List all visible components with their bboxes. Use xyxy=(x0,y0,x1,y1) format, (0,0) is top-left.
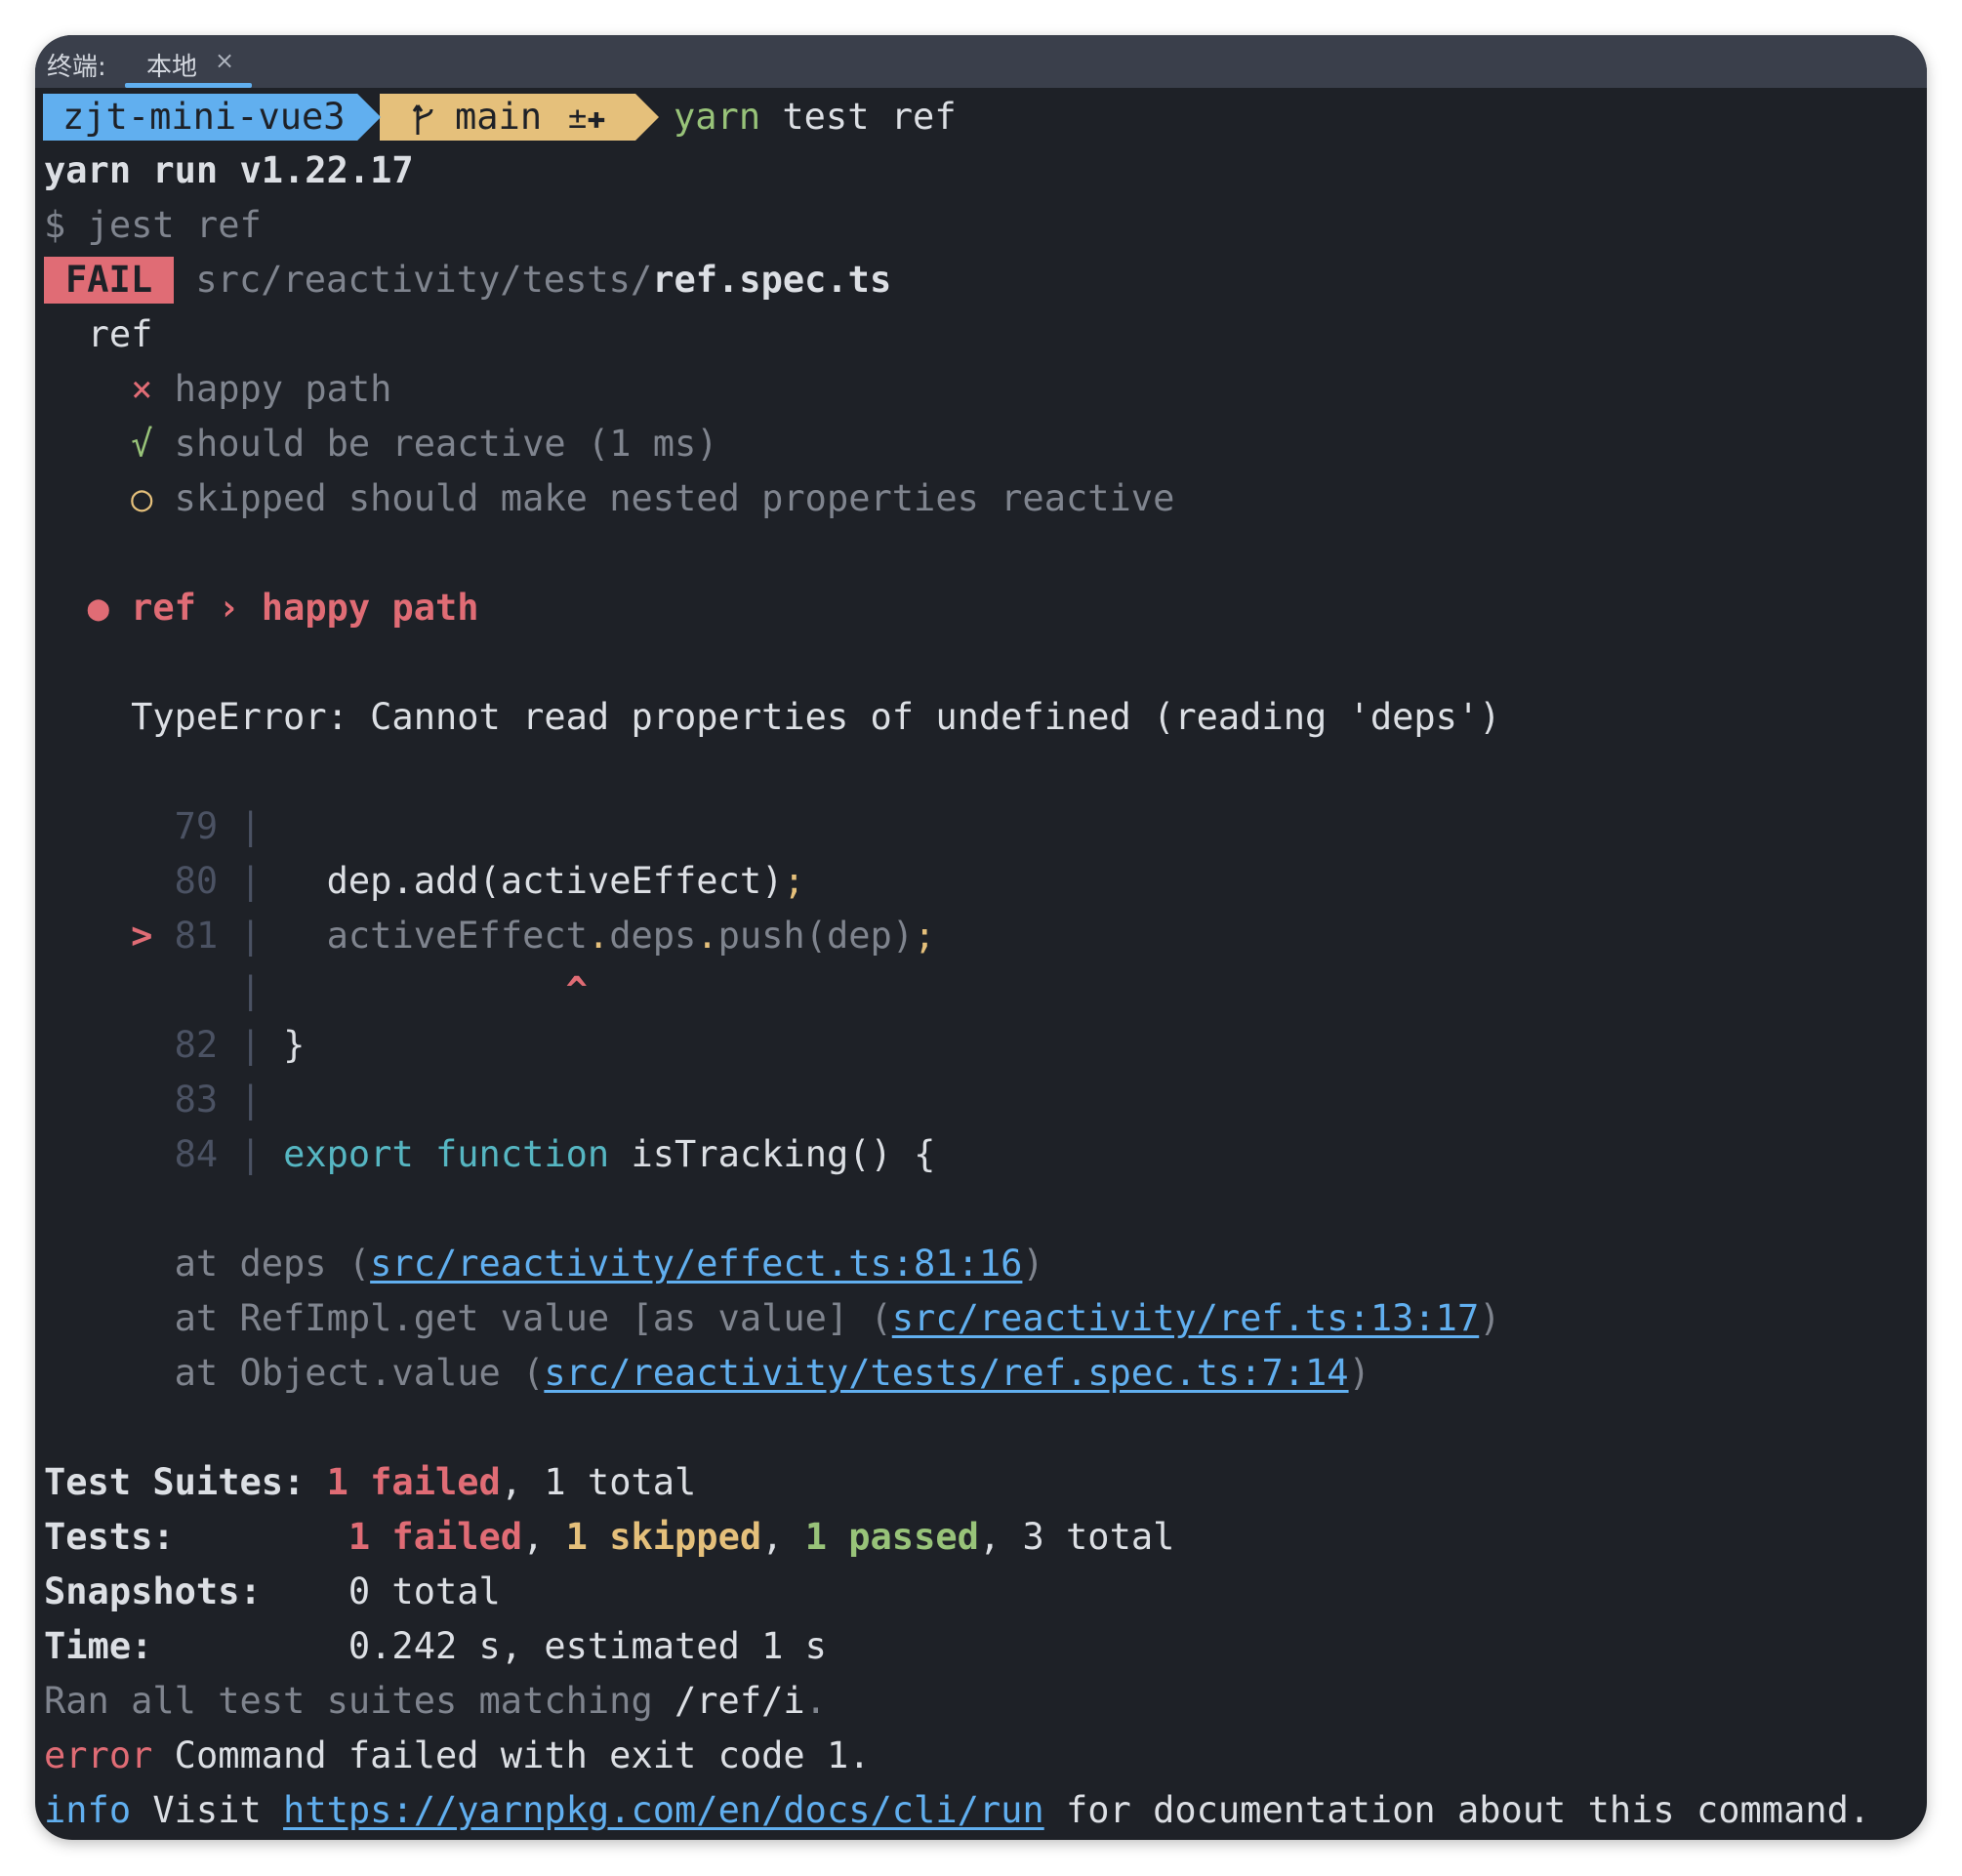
docs-link[interactable]: https://yarnpkg.com/en/docs/cli/run xyxy=(283,1789,1044,1831)
error-line: error Command failed with exit code 1. xyxy=(44,1729,871,1783)
describe-line: ref xyxy=(44,307,153,362)
stack-trace-line: at RefImpl.get value [as value] (src/rea… xyxy=(44,1291,1501,1346)
line-number: 79 xyxy=(174,805,219,847)
line-number: 83 xyxy=(174,1079,219,1121)
suites-total: , 1 total xyxy=(500,1461,697,1503)
code-frame-line-highlighted: > 81 | activeEffect.deps.push(dep); xyxy=(131,915,936,957)
stack-prefix: at deps ( xyxy=(174,1243,371,1285)
test-label: skipped should make nested properties re… xyxy=(174,477,1175,519)
error-message-line: TypeError: Cannot read properties of und… xyxy=(44,690,1501,745)
line-number: 82 xyxy=(174,1024,219,1066)
code-frame-line: 84 | export function isTracking() { xyxy=(174,1133,936,1175)
prompt-branch: main xyxy=(455,96,543,138)
prompt-branch-status: ±✚ xyxy=(568,99,606,136)
ran-all-line: Ran all test suites matching /ref/i. xyxy=(44,1674,827,1729)
summary-snapshots-line: Snapshots: 0 total xyxy=(44,1565,501,1619)
code-frame-caret-line: | ^ xyxy=(239,969,588,1011)
stack-link[interactable]: src/reactivity/ref.ts:13:17 xyxy=(892,1297,1479,1339)
tests-total: , 3 total xyxy=(978,1516,1175,1558)
summary-tests-line: Tests: 1 failed, 1 skipped, 1 passed, 3 … xyxy=(44,1516,1175,1558)
suites-failed: 1 failed xyxy=(326,1461,501,1503)
tab-local-label: 本地 xyxy=(146,53,198,82)
code-text: } xyxy=(283,1024,306,1066)
terminal-window: 终端: 本地 × zjt-mini-vue3 main ±✚ yarn test… xyxy=(35,35,1927,1840)
fail-badge: FAIL xyxy=(44,257,175,304)
test-result-row: ○ skipped should make nested properties … xyxy=(44,471,1174,526)
stack-suffix: ) xyxy=(1479,1297,1501,1339)
ran-text: Ran all test suites matching xyxy=(44,1680,653,1722)
stack-prefix: at RefImpl.get value [as value] ( xyxy=(174,1297,892,1339)
code-keyword: function xyxy=(435,1133,610,1175)
code-frame-line: 82 | } xyxy=(174,1024,306,1066)
describe-name: ref xyxy=(87,313,153,355)
git-branch-icon xyxy=(412,104,433,135)
error-message: TypeError: Cannot read properties of und… xyxy=(131,696,1501,738)
summary-label: Tests: xyxy=(44,1516,175,1558)
fail-x-icon: × xyxy=(131,368,153,410)
yarn-version-line: yarn run v1.22.17 xyxy=(44,149,414,191)
summary-suites-line: Test Suites: 1 failed, 1 total xyxy=(44,1455,696,1510)
terminal-tab-bar-label: 终端: xyxy=(47,53,106,82)
ran-pattern: /ref/i xyxy=(652,1680,805,1722)
error-text: Command failed with exit code 1. xyxy=(152,1734,871,1776)
summary-label: Snapshots: xyxy=(44,1570,262,1612)
test-result-row: × happy path xyxy=(44,362,391,417)
code-frame-line: 79 | xyxy=(174,805,262,847)
spec-dir: src/reactivity/tests/ xyxy=(195,259,653,301)
info-prefix: Visit xyxy=(131,1789,284,1831)
caret-icon: ^ xyxy=(565,969,588,1011)
time-value: 0.242 s, estimated 1 s xyxy=(347,1625,827,1667)
stack-link[interactable]: src/reactivity/tests/ref.spec.ts:7:14 xyxy=(544,1352,1348,1394)
error-word: error xyxy=(44,1734,153,1776)
command-name: yarn xyxy=(674,96,761,138)
stack-trace-line: at deps (src/reactivity/effect.ts:81:16) xyxy=(44,1237,1044,1291)
stack-trace-line: at Object.value (src/reactivity/tests/re… xyxy=(44,1346,1370,1401)
prompt-directory: zjt-mini-vue3 xyxy=(62,96,346,138)
test-result-row: √ should be reactive (1 ms) xyxy=(44,417,718,471)
jest-command-line: $ jest ref xyxy=(44,204,262,246)
test-label: happy path xyxy=(174,368,392,410)
info-suffix: for documentation about this command. xyxy=(1043,1789,1871,1831)
fail-line: FAIL src/reactivity/tests/ref.spec.ts xyxy=(44,253,891,307)
summary-label: Time: xyxy=(44,1625,153,1667)
failure-title-line: ● ref › happy path xyxy=(44,581,479,635)
breadcrumb-separator-icon: › xyxy=(218,587,240,629)
failure-test-name: happy path xyxy=(261,587,479,629)
tests-failed: 1 failed xyxy=(347,1516,523,1558)
command-args: test ref xyxy=(760,96,957,138)
summary-label: Test Suites: xyxy=(44,1461,306,1503)
stack-link[interactable]: src/reactivity/effect.ts:81:16 xyxy=(370,1243,1022,1285)
powerline-arrow-icon xyxy=(635,94,659,141)
test-label: should be reactive (1 ms) xyxy=(174,423,718,465)
skip-circle-icon: ○ xyxy=(131,477,153,519)
stack-prefix: at Object.value ( xyxy=(174,1352,545,1394)
code-frame-line: 83 | xyxy=(174,1079,262,1121)
error-marker-icon: > xyxy=(131,915,153,957)
bullet-icon: ● xyxy=(87,587,109,629)
spec-file: ref.spec.ts xyxy=(652,259,892,301)
line-number: 80 xyxy=(174,860,219,902)
info-word: info xyxy=(44,1789,132,1831)
line-number: 84 xyxy=(174,1133,219,1175)
stack-suffix: ) xyxy=(1348,1352,1370,1394)
line-number: 81 xyxy=(174,915,219,957)
stack-suffix: ) xyxy=(1022,1243,1044,1285)
code-frame-line: 80 | dep.add(activeEffect); xyxy=(174,860,805,902)
ran-end: . xyxy=(804,1680,827,1722)
close-icon[interactable]: × xyxy=(215,47,234,74)
tab-local[interactable]: 本地 × xyxy=(125,35,287,88)
tests-skipped: 1 skipped xyxy=(565,1516,762,1558)
tests-passed: 1 passed xyxy=(804,1516,979,1558)
snapshots-value: 0 total xyxy=(347,1570,501,1612)
active-tab-indicator xyxy=(125,83,252,88)
summary-time-line: Time: 0.242 s, estimated 1 s xyxy=(44,1619,827,1674)
info-line: info Visit https://yarnpkg.com/en/docs/c… xyxy=(44,1783,1870,1838)
code-text: isTracking() { xyxy=(631,1133,936,1175)
failure-describe: ref xyxy=(131,587,196,629)
code-keyword: export xyxy=(283,1133,414,1175)
prompt-command: yarn test ref xyxy=(674,94,957,141)
check-icon: √ xyxy=(131,423,153,465)
terminal-tab-bar: 终端: 本地 × xyxy=(35,35,1927,88)
powerline-arrow-overlay-icon xyxy=(357,94,381,141)
